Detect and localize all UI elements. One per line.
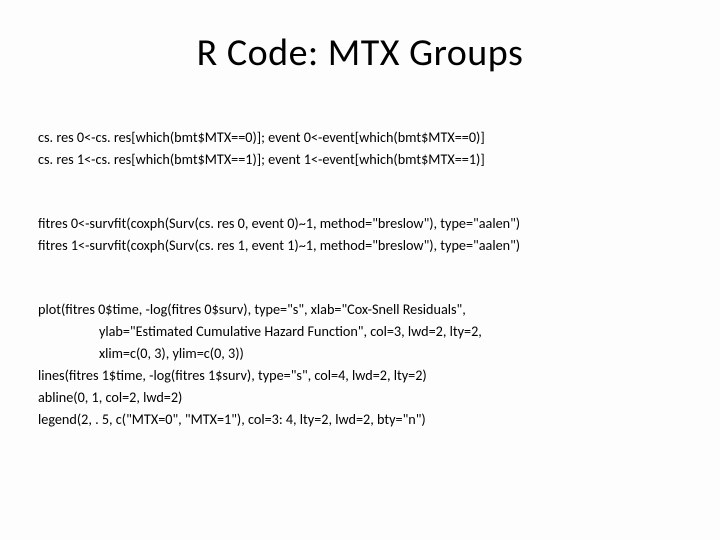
code-line: plot(fitres 0$time, -log(fitres 0$surv),…	[38, 300, 466, 318]
code-line: abline(0, 1, col=2, lwd=2)	[38, 388, 182, 406]
code-block-3: plot(fitres 0$time, -log(fitres 0$surv),…	[38, 276, 682, 430]
code-line: ylab="Estimated Cumulative Hazard Functi…	[38, 322, 482, 340]
slide-title: R Code: MTX Groups	[38, 30, 682, 76]
code-line: xlim=c(0, 3), ylim=c(0, 3))	[38, 344, 244, 362]
code-block-2: fitres 0<-survfit(coxph(Surv(cs. res 0, …	[38, 190, 682, 256]
code-line: lines(fitres 1$time, -log(fitres 1$surv)…	[38, 366, 427, 384]
code-line: legend(2, . 5, c("MTX=0", "MTX=1"), col=…	[38, 410, 426, 428]
code-line: fitres 0<-survfit(coxph(Surv(cs. res 0, …	[38, 214, 520, 232]
code-block-1: cs. res 0<-cs. res[which(bmt$MTX==0)]; e…	[38, 104, 682, 170]
code-line: cs. res 1<-cs. res[which(bmt$MTX==1)]; e…	[38, 150, 485, 168]
slide: R Code: MTX Groups cs. res 0<-cs. res[wh…	[0, 0, 720, 540]
code-line: cs. res 0<-cs. res[which(bmt$MTX==0)]; e…	[38, 128, 485, 146]
code-line: fitres 1<-survfit(coxph(Surv(cs. res 1, …	[38, 236, 520, 254]
